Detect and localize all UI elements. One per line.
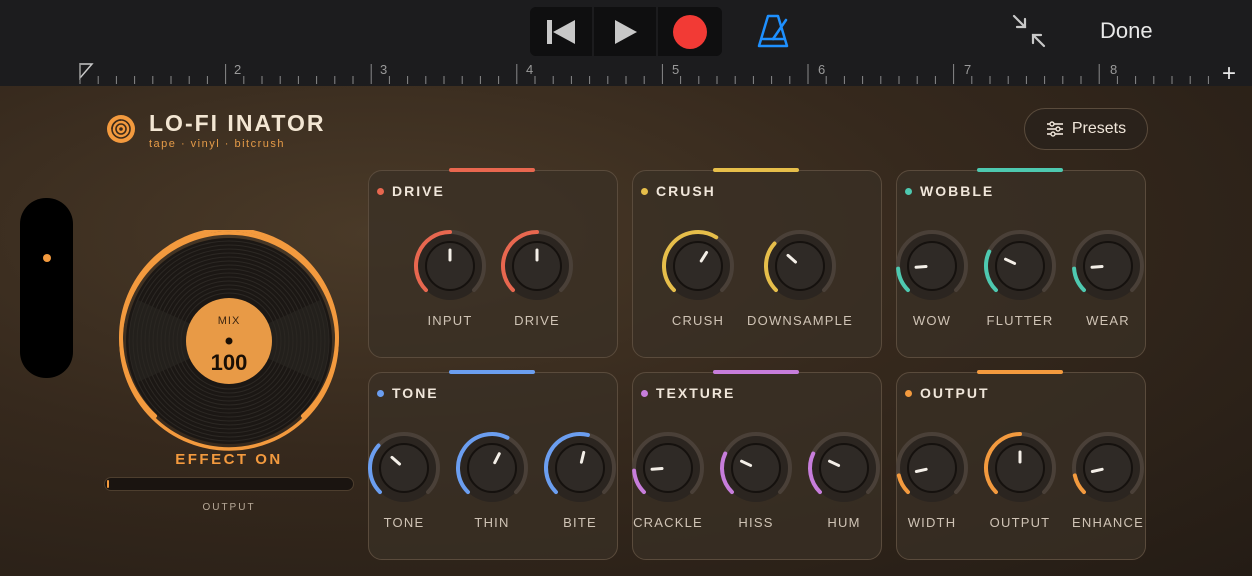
output-meter (104, 477, 354, 491)
knob-label: WEAR (1086, 313, 1130, 328)
knob-label: CRUSH (671, 313, 725, 328)
ruler-marker: 8 (1110, 62, 1118, 77)
top-toolbar: Done (0, 0, 1252, 62)
record-icon (673, 14, 707, 49)
presets-label: Presets (1071, 120, 1127, 137)
transport-controls (530, 7, 722, 56)
metronome-icon[interactable] (754, 12, 792, 50)
knob-indicator (914, 467, 928, 473)
panel-dot (377, 188, 384, 195)
knob-hum[interactable] (806, 430, 882, 506)
knob-indicator (914, 264, 928, 269)
panel-title: CRUSH (656, 183, 716, 199)
panel-dot (641, 188, 648, 195)
record-button[interactable] (658, 7, 722, 56)
knob-indicator (650, 466, 664, 471)
knob-indicator (1090, 264, 1104, 269)
panel-title: WOBBLE (920, 183, 995, 199)
knob-indicator (1090, 467, 1104, 473)
panel-accent (977, 168, 1063, 172)
ruler-marker: 5 (672, 62, 680, 77)
mix-label: MIX (217, 315, 241, 327)
play-icon (615, 19, 637, 44)
output-meter-label: OUTPUT (202, 502, 256, 513)
knob-label: DOWNSAMPLE (747, 313, 853, 328)
knob-wear[interactable] (1070, 228, 1146, 304)
panel-accent (713, 168, 799, 172)
panel-drive: DRIVE (368, 168, 618, 358)
knob-label: DRIVE (514, 313, 560, 328)
knob-enhance[interactable] (1070, 430, 1146, 506)
panel-accent (449, 168, 535, 172)
output-meter-fill (107, 480, 110, 488)
knob-label: ENHANCE (1072, 515, 1144, 530)
mix-value: 100 (210, 350, 248, 375)
knob-crackle[interactable] (630, 430, 706, 506)
panel-title: OUTPUT (920, 385, 990, 401)
side-indicator-dot (43, 254, 51, 262)
ruler-marker: 4 (526, 62, 534, 77)
collapse-icon[interactable] (1010, 12, 1048, 50)
ruler-marker: 7 (964, 62, 972, 77)
knob-hiss[interactable] (718, 430, 794, 506)
plugin-title: LO-FI INATOR (149, 110, 326, 136)
knob-drive[interactable] (499, 228, 575, 304)
skip-back-icon (547, 19, 575, 44)
add-track-button[interactable]: + (1222, 62, 1236, 86)
panel-title: TONE (392, 385, 439, 401)
panel-dot (377, 390, 384, 397)
ruler-marker: 3 (380, 62, 388, 77)
panel-accent (449, 370, 535, 374)
ruler-ticks (79, 63, 1209, 84)
done-button[interactable]: Done (1100, 18, 1153, 44)
panel-dot (641, 390, 648, 397)
ruler-marker: 6 (818, 62, 826, 77)
panel-accent (713, 370, 799, 374)
panel-title: DRIVE (392, 183, 445, 199)
play-button[interactable] (594, 7, 658, 56)
side-drawer-handle[interactable] (20, 198, 73, 378)
panel-dot (905, 390, 912, 397)
knob-bite[interactable] (542, 430, 618, 506)
skip-back-button[interactable] (530, 7, 594, 56)
knob-wow[interactable] (894, 228, 970, 304)
panel-accent (977, 370, 1063, 374)
knob-input[interactable] (412, 228, 488, 304)
sliders-icon (1046, 121, 1063, 137)
knob-flutter[interactable] (982, 228, 1058, 304)
vinyl-logo-icon (107, 115, 135, 143)
knob-crush[interactable] (660, 228, 736, 304)
knob-downsample[interactable] (762, 228, 838, 304)
presets-button[interactable]: Presets (1024, 108, 1148, 150)
ruler-marker: 2 (234, 62, 242, 77)
timeline-ruler[interactable]: 2 3 4 5 6 7 8 (0, 62, 1252, 86)
knob-thin[interactable] (454, 430, 530, 506)
knob-tone[interactable] (366, 430, 442, 506)
panel-title: TEXTURE (656, 385, 736, 401)
panel-dot (905, 188, 912, 195)
effect-status[interactable]: EFFECT ON (118, 451, 340, 468)
knob-output[interactable] (982, 430, 1058, 506)
mix-disc[interactable] (118, 230, 340, 452)
knob-width[interactable] (894, 430, 970, 506)
plugin-subtitle: tape · vinyl · bitcrush (149, 138, 285, 150)
